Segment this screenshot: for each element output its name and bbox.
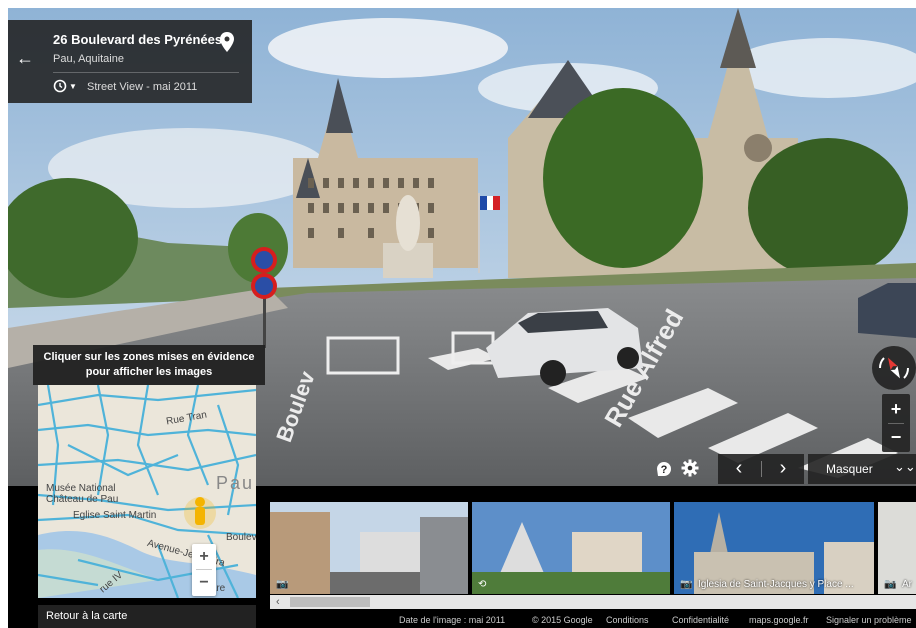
street-view-window: Rue Alfred Boulev ← 26 Boulevard des Pyr… xyxy=(0,0,916,628)
minimap-zoom-in-button[interactable]: + xyxy=(192,544,216,569)
camera-icon: 📷 xyxy=(680,579,693,590)
map-label-eglise: Eglise Saint Martin xyxy=(73,510,157,521)
thumbnail-label: Ar xyxy=(902,579,912,590)
scroll-left-icon[interactable]: ‹ xyxy=(276,595,280,609)
copyright: © 2015 Google xyxy=(532,615,593,625)
map-label-pau: Pau xyxy=(216,473,255,493)
map-label-chateau: Château de Pau xyxy=(46,494,119,505)
thumbnails-scrollbar[interactable]: ‹ xyxy=(270,595,916,609)
back-arrow-icon[interactable]: ← xyxy=(16,48,34,69)
photo-thumbnails-strip: 📷 ⟲ 📷 Iglesia de Saint-Jacques y Place .… xyxy=(270,502,916,602)
street-view-date[interactable]: Street View - mai 2011 xyxy=(87,81,197,93)
hide-label: Masquer xyxy=(826,462,873,476)
footer: Date de l'image : mai 2011 © 2015 Google… xyxy=(270,613,916,628)
map-label-boulevard: Bouleva xyxy=(226,532,256,543)
zoom-out-button[interactable]: − xyxy=(882,424,910,450)
previous-button[interactable]: ‹ xyxy=(718,454,760,484)
image-date: Date de l'image : mai 2011 xyxy=(399,615,506,625)
pegman-icon[interactable] xyxy=(195,497,205,525)
zoom-in-button[interactable]: + xyxy=(882,396,910,422)
compass-button[interactable] xyxy=(872,346,916,390)
privacy-link[interactable]: Confidentialité xyxy=(672,615,729,625)
minimap-zoom-controls: + − xyxy=(192,544,216,596)
next-button[interactable]: › xyxy=(762,454,804,484)
help-icon[interactable]: ? xyxy=(655,460,673,478)
thumbnail[interactable]: 📷 Ar xyxy=(878,502,916,594)
address-subtitle: Pau, Aquitaine xyxy=(53,53,124,65)
minimap-zoom-out-button[interactable]: − xyxy=(192,570,216,595)
scrollbar-thumb[interactable] xyxy=(290,597,370,607)
zoom-controls: + − xyxy=(882,394,910,452)
domain-link[interactable]: maps.google.fr xyxy=(749,615,809,625)
panorama-360-icon: ⟲ xyxy=(478,579,487,590)
address-title: 26 Boulevard des Pyrénées xyxy=(53,32,223,47)
clock-history-icon[interactable] xyxy=(53,79,67,98)
hide-thumbnails-button[interactable]: Masquer ⌄⌄ xyxy=(808,454,916,484)
address-card[interactable]: ← 26 Boulevard des Pyrénées Pau, Aquitai… xyxy=(8,20,252,103)
thumbnail-label: Iglesia de Saint-Jacques y Place ... xyxy=(698,579,854,590)
chevron-down-icon[interactable]: ▼ xyxy=(69,82,77,91)
thumbnail[interactable]: 📷 Iglesia de Saint-Jacques y Place ... xyxy=(674,502,874,594)
gear-icon[interactable] xyxy=(681,459,699,477)
conditions-link[interactable]: Conditions xyxy=(606,615,649,625)
thumbnail[interactable]: ⟲ xyxy=(472,502,670,594)
map-label-musee: Musée National xyxy=(46,483,116,494)
chevron-down-double-icon: ⌄⌄ xyxy=(894,459,916,474)
compass-icon xyxy=(878,357,910,379)
minimap[interactable]: Rue Tran Pau Musée National Château de P… xyxy=(38,385,256,598)
svg-text:?: ? xyxy=(661,464,668,476)
camera-icon: 📷 xyxy=(276,579,289,590)
report-problem-link[interactable]: Signaler un problème xyxy=(826,615,912,625)
photo-navigation: ‹ › xyxy=(718,454,804,484)
minimap-tooltip: Cliquer sur les zones mises en évidence … xyxy=(33,345,265,385)
location-pin-icon[interactable] xyxy=(220,32,234,57)
divider xyxy=(53,72,239,73)
camera-icon: 📷 xyxy=(884,579,897,590)
street-view-viewer[interactable]: Rue Alfred Boulev ← 26 Boulevard des Pyr… xyxy=(8,8,916,628)
back-to-map-button[interactable]: Retour à la carte xyxy=(38,605,256,628)
thumbnail[interactable]: 📷 xyxy=(270,502,468,594)
